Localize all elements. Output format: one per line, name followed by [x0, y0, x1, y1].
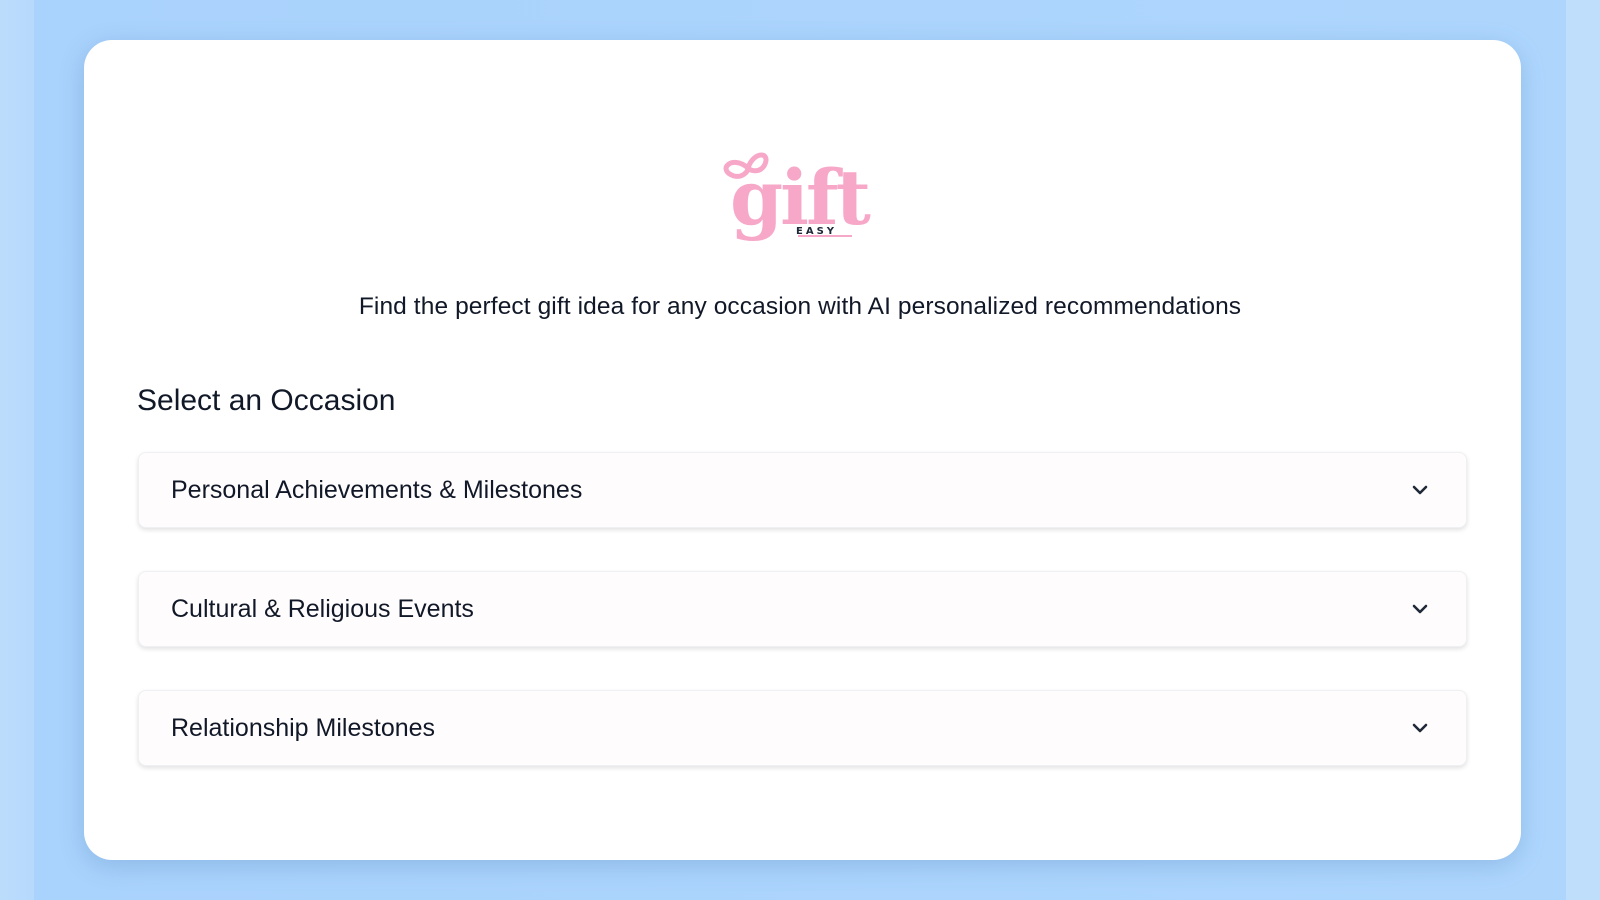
- accordion-cultural-religious[interactable]: Cultural & Religious Events: [138, 571, 1467, 647]
- accordion-label: Cultural & Religious Events: [171, 595, 474, 623]
- chevron-down-icon[interactable]: [1410, 480, 1430, 500]
- chevron-down-icon[interactable]: [1410, 599, 1430, 619]
- accordion-personal-achievements[interactable]: Personal Achievements & Milestones: [138, 452, 1467, 528]
- accordion-relationship-milestones[interactable]: Relationship Milestones: [138, 690, 1467, 766]
- tagline: Find the perfect gift idea for any occas…: [358, 293, 1242, 320]
- chevron-down-icon[interactable]: [1410, 718, 1430, 738]
- section-title: Select an Occasion: [137, 384, 396, 417]
- accordion-label: Personal Achievements & Milestones: [171, 476, 583, 504]
- accordion-label: Relationship Milestones: [171, 714, 436, 742]
- logo-subtext: EASY: [796, 226, 837, 237]
- gift-easy-logo: gift EASY: [723, 152, 874, 242]
